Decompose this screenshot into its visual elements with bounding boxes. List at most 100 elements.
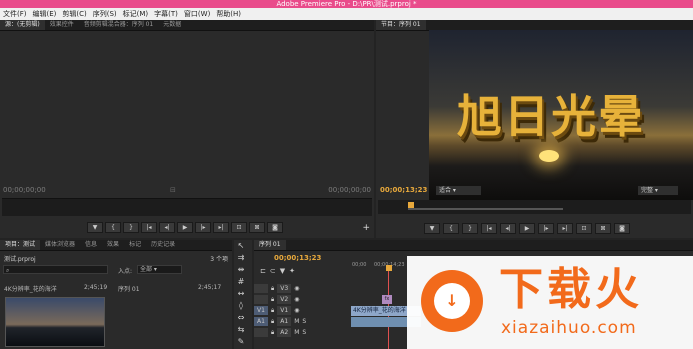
menu-edit[interactable]: 编辑(E) <box>30 8 60 20</box>
mute-button[interactable]: M <box>294 318 299 325</box>
project-item-name[interactable]: 4K分辨率_花的海洋 <box>4 284 57 293</box>
mark-out-icon[interactable]: } <box>462 223 478 234</box>
menu-bar: 文件(F) 编辑(E) 剪辑(C) 序列(S) 标记(M) 字幕(T) 窗口(W… <box>0 8 693 20</box>
tab-project[interactable]: 项目：测试 <box>0 240 41 250</box>
rate-stretch-tool-icon[interactable]: ↔ <box>234 288 248 300</box>
tab-audio-clip-mixer[interactable]: 音频剪辑混合器：序列 01 <box>79 20 159 30</box>
tab-info[interactable]: 信息 <box>80 240 102 250</box>
project-item-name[interactable]: 序列 01 <box>118 284 140 293</box>
menu-help[interactable]: 帮助(H) <box>213 8 244 20</box>
lift-icon[interactable]: ⊡ <box>576 223 592 234</box>
tab-history[interactable]: 历史记录 <box>146 240 180 250</box>
solo-button[interactable]: S <box>302 329 306 336</box>
go-to-out-icon[interactable]: ▸| <box>213 222 229 233</box>
menu-file[interactable]: 文件(F) <box>0 8 30 20</box>
mark-out-icon[interactable]: } <box>123 222 139 233</box>
step-back-icon[interactable]: ◂| <box>159 222 175 233</box>
project-panel-tabs: 项目：测试 媒体浏览器 信息 效果 标记 历史记录 <box>0 240 232 251</box>
mark-in-icon[interactable]: { <box>443 223 459 234</box>
selection-tool-icon[interactable]: ↖ <box>234 240 248 252</box>
step-forward-icon[interactable]: |▸ <box>195 222 211 233</box>
program-timeline-bar[interactable] <box>378 200 691 214</box>
project-search-input[interactable]: ⌕ <box>3 265 108 274</box>
eye-icon[interactable]: ◉ <box>294 285 299 292</box>
lock-icon[interactable]: 🔒︎ <box>271 318 274 326</box>
tab-markers[interactable]: 标记 <box>124 240 146 250</box>
play-icon[interactable]: ▶ <box>519 223 535 234</box>
track-target[interactable] <box>254 328 268 337</box>
clip-thumbnail[interactable] <box>5 297 105 347</box>
ripple-edit-tool-icon[interactable]: ⇹ <box>234 264 248 276</box>
in-label: 入点: <box>118 268 133 275</box>
lock-icon[interactable]: 🔒︎ <box>271 285 274 293</box>
tab-metadata[interactable]: 元数据 <box>158 20 186 30</box>
timeline-playhead[interactable] <box>386 265 392 271</box>
tab-source[interactable]: 源：(无剪辑) <box>0 20 45 30</box>
source-monitor-panel: 源：(无剪辑) 效果控件 音频剪辑混合器：序列 01 元数据 00;00;00;… <box>0 20 374 238</box>
source-timeline-bar[interactable] <box>2 198 372 216</box>
menu-sequence[interactable]: 序列(S) <box>90 8 120 20</box>
timeline-timecode[interactable]: 00;00;13;23 <box>274 254 321 262</box>
play-icon[interactable]: ▶ <box>177 222 193 233</box>
source-timecode-left: 00;00;00;00 <box>3 186 46 194</box>
overwrite-icon[interactable]: ⊠ <box>249 222 265 233</box>
insert-icon[interactable]: ⊡ <box>231 222 247 233</box>
tab-effects[interactable]: 效果 <box>102 240 124 250</box>
tab-program[interactable]: 节目：序列 01 <box>376 20 426 30</box>
menu-clip[interactable]: 剪辑(C) <box>59 8 89 20</box>
source-safe-margin-icon[interactable]: ⊟ <box>170 186 176 194</box>
track-target[interactable] <box>254 295 268 304</box>
in-filter-value: 全部 <box>140 266 153 273</box>
project-item-duration: 2;45;19 <box>84 284 108 291</box>
slip-tool-icon[interactable]: ⇔ <box>234 312 248 324</box>
tab-sequence[interactable]: 序列 01 <box>254 240 286 250</box>
track-name: V2 <box>277 295 292 304</box>
project-panel: 项目：测试 媒体浏览器 信息 效果 标记 历史记录 测试.prproj 3 个项… <box>0 240 232 349</box>
fx-title-clip[interactable]: fx <box>382 295 392 304</box>
pen-tool-icon[interactable]: ✎ <box>234 336 248 348</box>
track-target[interactable] <box>254 284 268 293</box>
mute-button[interactable]: M <box>294 329 299 336</box>
slide-tool-icon[interactable]: ⇆ <box>234 324 248 336</box>
export-frame-icon[interactable]: ◙ <box>614 223 630 234</box>
go-to-out-icon[interactable]: ▸| <box>557 223 573 234</box>
track-select-tool-icon[interactable]: ⇉ <box>234 252 248 264</box>
eye-icon[interactable]: ◉ <box>294 307 299 314</box>
track-name: V3 <box>277 284 292 293</box>
quality-select[interactable]: 完整 ▾ <box>638 186 678 195</box>
extract-icon[interactable]: ⊠ <box>595 223 611 234</box>
program-video-frame: 旭日光晕 <box>429 30 693 200</box>
tab-effect-controls[interactable]: 效果控件 <box>45 20 79 30</box>
lock-icon[interactable]: 🔒︎ <box>271 296 274 304</box>
marker-icon[interactable]: ▼ <box>424 223 440 234</box>
go-to-in-icon[interactable]: |◂ <box>141 222 157 233</box>
rolling-edit-tool-icon[interactable]: # <box>234 276 248 288</box>
export-frame-icon[interactable]: ◙ <box>267 222 283 233</box>
step-forward-icon[interactable]: |▸ <box>538 223 554 234</box>
go-to-in-icon[interactable]: |◂ <box>481 223 497 234</box>
program-timecode[interactable]: 00;00;13;23 <box>380 186 427 194</box>
linked-selection-icon[interactable]: ⊂ <box>270 267 276 275</box>
step-back-icon[interactable]: ◂| <box>500 223 516 234</box>
in-filter-select[interactable]: 全部 ▾ <box>137 265 182 274</box>
menu-marker[interactable]: 标记(M) <box>120 8 152 20</box>
menu-title[interactable]: 字幕(T) <box>151 8 181 20</box>
add-marker-icon[interactable]: ▼ <box>280 267 285 275</box>
track-target[interactable]: A1 <box>254 317 268 326</box>
snap-icon[interactable]: ⊏ <box>260 267 266 275</box>
lock-icon[interactable]: 🔒︎ <box>271 329 274 337</box>
zoom-select[interactable]: 适合 ▾ <box>436 186 481 195</box>
track-target[interactable]: V1 <box>254 306 268 315</box>
razor-tool-icon[interactable]: ◊ <box>234 300 248 312</box>
mark-in-icon[interactable]: { <box>105 222 121 233</box>
source-transport-controls: ▼ { } |◂ ◂| ▶ |▸ ▸| ⊡ ⊠ ◙ <box>50 222 320 233</box>
menu-window[interactable]: 窗口(W) <box>181 8 213 20</box>
marker-icon[interactable]: ▼ <box>87 222 103 233</box>
tab-media-browser[interactable]: 媒体浏览器 <box>40 240 80 250</box>
add-button-icon[interactable]: + <box>362 223 370 233</box>
solo-button[interactable]: S <box>302 318 306 325</box>
eye-icon[interactable]: ◉ <box>294 296 299 303</box>
lock-icon[interactable]: 🔒︎ <box>271 307 274 315</box>
settings-wrench-icon[interactable]: ✦ <box>289 267 295 275</box>
watermark: ↓ 下载火 xiazaihuo.com <box>407 256 693 349</box>
